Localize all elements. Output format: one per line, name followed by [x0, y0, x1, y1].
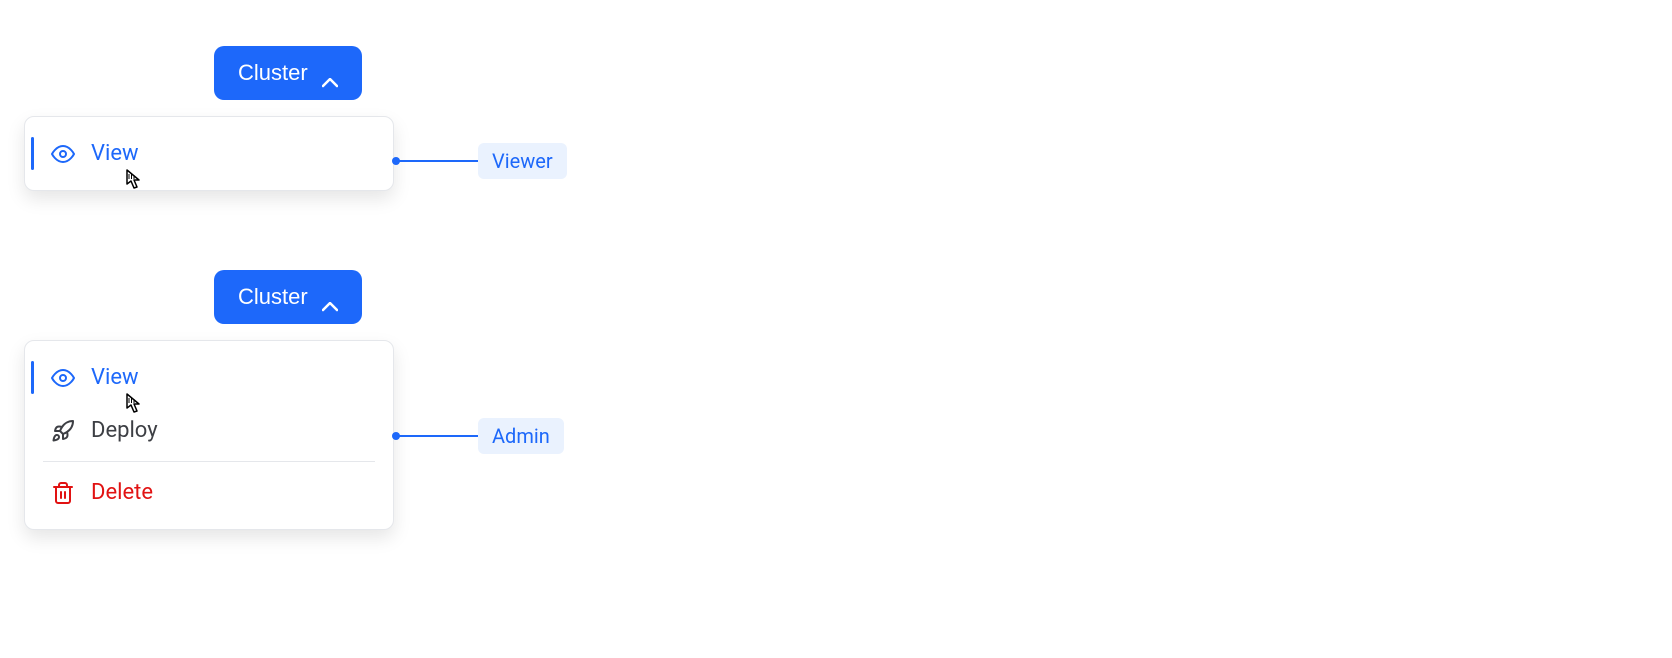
menu-item-delete[interactable]: Delete: [25, 466, 393, 519]
role-label: Admin: [492, 424, 550, 448]
menu-divider: [43, 461, 375, 462]
role-label: Viewer: [492, 149, 553, 173]
menu-item-label: Deploy: [91, 418, 158, 443]
role-badge-viewer: Viewer: [478, 143, 567, 179]
dropdown-menu: View Deploy: [24, 340, 394, 530]
cluster-button[interactable]: Cluster: [214, 46, 362, 100]
eye-icon: [51, 366, 75, 390]
role-badge-admin: Admin: [478, 418, 564, 454]
menu-item-label: View: [91, 141, 139, 166]
menu-item-label: View: [91, 365, 139, 390]
dropdown-menu: View: [24, 116, 394, 191]
menu-item-view[interactable]: View: [25, 351, 393, 404]
cluster-button[interactable]: Cluster: [214, 270, 362, 324]
cluster-button-label: Cluster: [238, 60, 308, 86]
chevron-up-icon: [322, 292, 338, 302]
menu-item-view[interactable]: View: [25, 127, 393, 180]
cluster-button-label: Cluster: [238, 284, 308, 310]
rocket-icon: [51, 419, 75, 443]
chevron-up-icon: [322, 68, 338, 78]
menu-item-label: Delete: [91, 480, 153, 505]
menu-item-deploy[interactable]: Deploy: [25, 404, 393, 457]
connector-line: [396, 160, 478, 162]
eye-icon: [51, 142, 75, 166]
trash-icon: [51, 481, 75, 505]
connector-line: [396, 435, 478, 437]
